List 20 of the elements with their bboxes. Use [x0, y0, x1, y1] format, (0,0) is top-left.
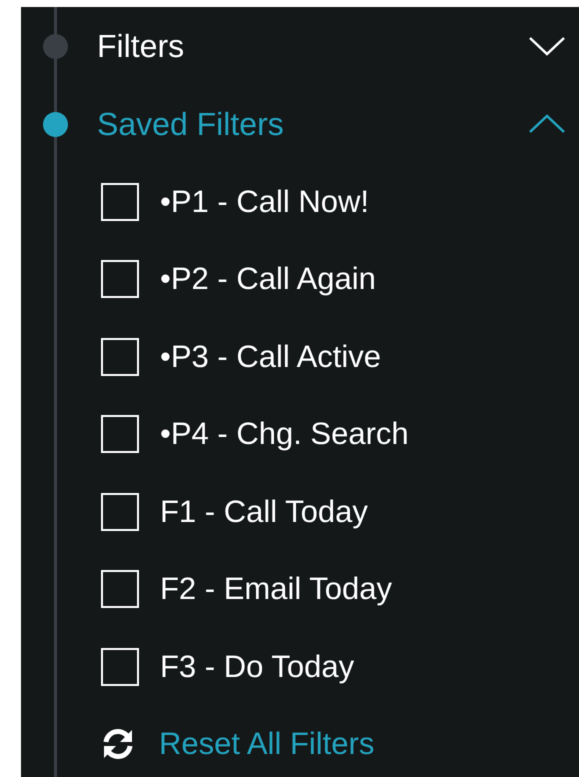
section-title: Filters [97, 28, 186, 64]
checkbox[interactable] [101, 415, 139, 454]
filter-label[interactable]: F1 - Call Today [160, 494, 368, 530]
filter-label[interactable]: F3 - Do Today [160, 648, 354, 685]
collapse-button[interactable] [527, 112, 567, 136]
checkbox[interactable] [101, 338, 139, 376]
filter-label[interactable]: •P4 - Chg. Search [160, 416, 409, 452]
checkbox[interactable] [101, 492, 139, 531]
filter-label[interactable]: F2 - Email Today [160, 571, 392, 608]
refresh-icon [101, 728, 135, 760]
checkbox[interactable] [101, 182, 139, 221]
checkbox[interactable] [101, 260, 139, 298]
reset-filters-button[interactable]: Reset All Filters [101, 706, 374, 777]
filter-label[interactable]: •P2 - Call Again [160, 261, 376, 298]
expand-button[interactable] [527, 34, 567, 58]
checkbox[interactable] [101, 570, 139, 608]
filter-label[interactable]: •P1 - Call Now! [160, 184, 369, 220]
filter-label[interactable]: •P3 - Call Active [160, 338, 382, 375]
checkbox[interactable] [101, 648, 139, 686]
section-title: Saved Filters [97, 106, 285, 142]
